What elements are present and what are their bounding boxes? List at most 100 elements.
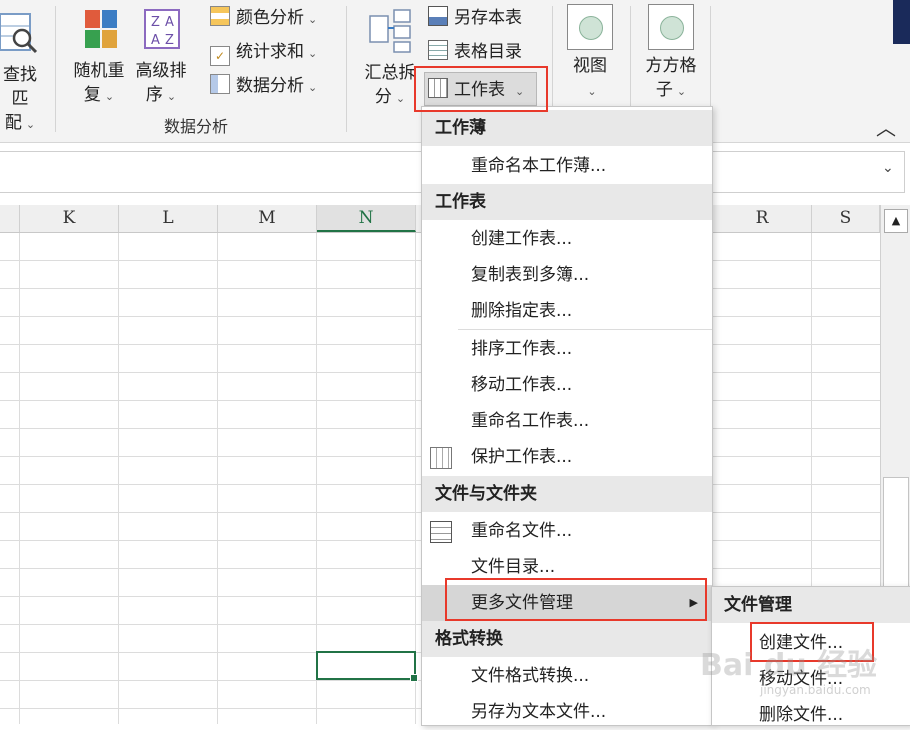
menu-item-label: 重命名工作表...: [471, 411, 590, 431]
expand-formula-icon[interactable]: ⌄: [882, 160, 894, 176]
chevron-down-icon: ⌄: [166, 90, 177, 103]
data-analysis-label: 数据分析: [236, 76, 304, 96]
random-grid-icon: [85, 10, 117, 48]
menu-item-more-file-mgmt[interactable]: 更多文件管理 ▶: [422, 585, 712, 621]
menu-item-rename-workbook[interactable]: 重命名本工作薄...: [422, 148, 712, 184]
submenu-item-delete-file[interactable]: 删除文件...: [712, 697, 910, 725]
active-cell[interactable]: [316, 651, 418, 682]
save-table-label: 另存本表: [454, 8, 522, 28]
menu-item-rename-file[interactable]: 重命名文件...: [422, 513, 712, 549]
summary-split-icon: [369, 9, 411, 53]
menu-item-label: 文件格式转换...: [471, 666, 590, 686]
summary-split-label-2: 分: [374, 87, 392, 107]
menu-item-create-worksheet[interactable]: 创建工作表...: [422, 221, 712, 257]
menu-item-move-sheet[interactable]: 移动工作表...: [422, 367, 712, 403]
color-analysis-label: 颜色分析: [236, 8, 304, 28]
sum-table-icon: ✓: [210, 46, 230, 66]
chevron-down-icon: ⌄: [395, 92, 406, 105]
svg-text:Z: Z: [151, 15, 160, 30]
ribbon-separator: [55, 6, 56, 132]
file-icon: [430, 521, 452, 543]
worksheet-icon: [428, 78, 448, 98]
summary-split-label-1: 汇总拆: [364, 63, 416, 83]
worksheet-label: 工作表: [454, 80, 505, 100]
advanced-sort-label-2: 序: [145, 85, 163, 105]
menu-item-label: 另存为文本文件...: [471, 702, 607, 722]
menu-item-label: 创建工作表...: [471, 229, 573, 249]
table-directory-button[interactable]: 表格目录: [428, 38, 522, 66]
column-header-m[interactable]: M: [218, 205, 317, 232]
find-match-label-2: 配: [4, 113, 22, 133]
stat-sum-label: 统计求和: [236, 42, 304, 62]
chevron-down-icon: ⌄: [308, 81, 318, 94]
summary-split-button[interactable]: 汇总拆 分 ⌄: [359, 8, 421, 111]
random-repeat-label-2: 复: [83, 85, 101, 105]
ribbon-separator: [346, 6, 347, 132]
square-grid-button[interactable]: 方方格 子 ⌄: [640, 4, 702, 104]
square-grid-label-2: 子: [655, 80, 673, 100]
table-directory-label: 表格目录: [454, 42, 522, 62]
find-icon: [0, 13, 38, 54]
save-table-button[interactable]: 另存本表: [428, 4, 522, 32]
menu-item-label: 更多文件管理: [471, 593, 573, 613]
menu-item-file-format-convert[interactable]: 文件格式转换...: [422, 658, 712, 694]
sort-az-icon: Z A A Z: [144, 9, 180, 49]
svg-text:Z: Z: [165, 33, 174, 48]
menu-item-label: 排序工作表...: [471, 339, 573, 359]
watermark-logo: Bai du 经验: [700, 648, 878, 683]
color-analysis-button[interactable]: 颜色分析 ⌄: [210, 4, 317, 32]
chevron-down-icon: ⌄: [104, 90, 115, 103]
menu-item-sort-sheets[interactable]: 排序工作表...: [422, 331, 712, 367]
random-repeat-label-1: 随机重: [73, 61, 125, 81]
column-header-r[interactable]: R: [713, 205, 812, 232]
save-icon: [428, 6, 448, 26]
find-match-label-1: 查找匹: [3, 65, 37, 109]
chevron-down-icon: ⌄: [515, 85, 525, 98]
menu-header-workbook: 工作薄: [422, 110, 712, 146]
submenu-item-label: 删除文件...: [759, 705, 844, 725]
scroll-edge-strip: [893, 0, 910, 44]
column-header-k[interactable]: K: [20, 205, 119, 232]
column-header-l[interactable]: L: [119, 205, 218, 232]
worksheet-dropdown-button[interactable]: 工作表 ⌄: [424, 72, 537, 106]
chevron-down-icon: ⌄: [676, 85, 687, 98]
data-analysis-button[interactable]: 数据分析 ⌄: [210, 72, 317, 100]
menu-item-label: 删除指定表...: [471, 301, 573, 321]
menu-item-label: 复制表到多簿...: [471, 265, 590, 285]
menu-item-save-as-text[interactable]: 另存为文本文件...: [422, 694, 712, 730]
advanced-sort-button[interactable]: Z A A Z 高级排 序 ⌄: [131, 8, 191, 109]
view-label: 视图: [573, 56, 607, 76]
collapse-ribbon-icon[interactable]: ︿: [876, 112, 896, 141]
square-grid-icon: [648, 4, 694, 50]
group-label-data-analysis: 数据分析: [164, 117, 229, 136]
view-icon: [567, 4, 613, 50]
advanced-sort-label-1: 高级排: [135, 61, 187, 81]
directory-icon: [428, 40, 448, 60]
menu-item-rename-sheet[interactable]: 重命名工作表...: [422, 403, 712, 439]
menu-item-label: 保护工作表...: [471, 447, 573, 467]
fill-handle[interactable]: [410, 674, 418, 682]
menu-item-delete-sheet[interactable]: 删除指定表...: [422, 293, 712, 329]
square-grid-label-1: 方方格: [645, 56, 697, 76]
svg-text:A: A: [165, 15, 174, 30]
column-header-s[interactable]: S: [812, 205, 880, 232]
menu-item-label: 重命名文件...: [471, 521, 573, 541]
lock-table-icon: [430, 447, 452, 469]
chevron-down-icon: ⌄: [25, 118, 36, 131]
column-header-partial[interactable]: [0, 205, 20, 232]
menu-item-label: 文件目录...: [471, 557, 556, 577]
menu-separator: [458, 329, 712, 330]
view-button[interactable]: 视图 ⌄: [565, 4, 615, 104]
stat-sum-button[interactable]: ✓ 统计求和 ⌄: [210, 38, 317, 66]
random-repeat-button[interactable]: 随机重 复 ⌄: [70, 8, 128, 109]
menu-item-copy-to-multi[interactable]: 复制表到多簿...: [422, 257, 712, 293]
find-match-button[interactable]: 查找匹 配 ⌄: [0, 8, 42, 137]
scroll-up-icon[interactable]: ▲: [884, 209, 908, 233]
chevron-down-icon: ⌄: [308, 13, 318, 26]
menu-header-worksheet: 工作表: [422, 184, 712, 220]
column-header-n[interactable]: N: [317, 205, 416, 232]
menu-header-file: 文件与文件夹: [422, 476, 712, 512]
chevron-down-icon: ⌄: [308, 47, 318, 60]
menu-item-file-directory[interactable]: 文件目录...: [422, 549, 712, 585]
menu-item-protect-sheet[interactable]: 保护工作表...: [422, 439, 712, 475]
